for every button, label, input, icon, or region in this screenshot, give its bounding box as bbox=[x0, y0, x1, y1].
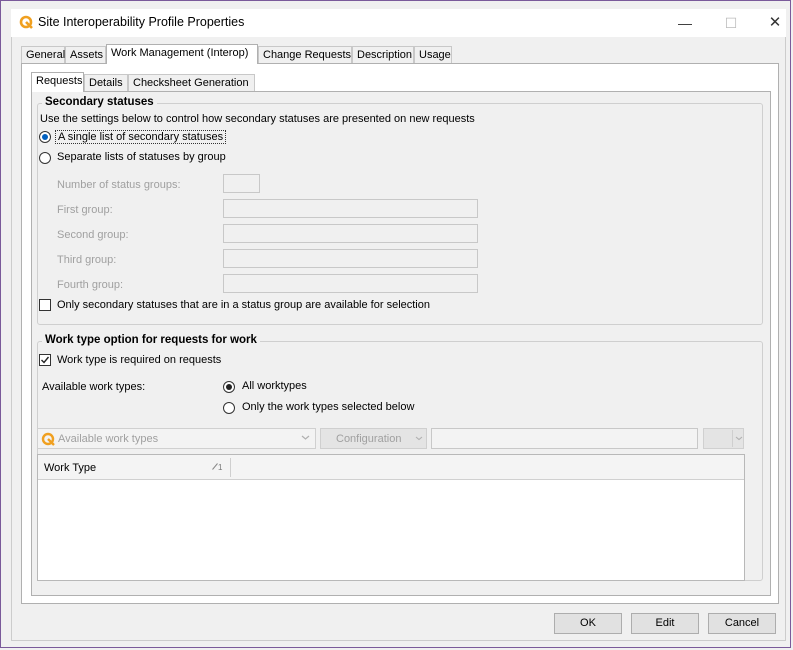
split-divider bbox=[732, 430, 733, 447]
app-logo-icon bbox=[19, 15, 33, 29]
worktype-required-checkbox[interactable] bbox=[39, 354, 51, 366]
worktype-title: Work type option for requests for work bbox=[42, 334, 260, 346]
second-group-input[interactable] bbox=[223, 224, 478, 243]
fourth-group-input[interactable] bbox=[223, 274, 478, 293]
second-group-label: Second group: bbox=[57, 229, 129, 241]
all-worktypes-label[interactable]: All worktypes bbox=[242, 380, 307, 392]
available-worktypes-dropdown[interactable]: Available work types bbox=[37, 428, 316, 449]
third-group-input[interactable] bbox=[223, 249, 478, 268]
num-groups-label: Number of status groups: bbox=[57, 179, 181, 191]
secondary-description: Use the settings below to control how se… bbox=[40, 113, 475, 125]
separate-lists-radio[interactable] bbox=[39, 152, 51, 164]
chevron-down-icon bbox=[301, 433, 310, 445]
only-in-group-checkbox[interactable] bbox=[39, 299, 51, 311]
tab-work-management[interactable]: Work Management (Interop) bbox=[106, 44, 258, 64]
config-filter-input[interactable] bbox=[431, 428, 698, 449]
window-frame: Site Interoperability Profile Properties… bbox=[0, 0, 791, 648]
tab-usage[interactable]: Usage bbox=[414, 46, 452, 63]
column-divider bbox=[230, 458, 231, 477]
separate-lists-label[interactable]: Separate lists of statuses by group bbox=[57, 151, 226, 163]
first-group-label: First group: bbox=[57, 204, 113, 216]
subtab-details[interactable]: Details bbox=[84, 74, 128, 91]
subtab-checksheet-generation[interactable]: Checksheet Generation bbox=[128, 74, 255, 91]
configuration-button[interactable]: Configuration bbox=[320, 428, 427, 449]
only-in-group-label[interactable]: Only secondary statuses that are in a st… bbox=[57, 299, 430, 311]
first-group-input[interactable] bbox=[223, 199, 478, 218]
title-bar[interactable]: Site Interoperability Profile Properties… bbox=[11, 9, 786, 37]
grid-header: Work Type 1 bbox=[38, 455, 744, 480]
cancel-button[interactable]: Cancel bbox=[708, 613, 776, 634]
maximize-button[interactable]: ☐ bbox=[708, 9, 754, 37]
tab-assets[interactable]: Assets bbox=[65, 46, 106, 63]
subtab-requests[interactable]: Requests bbox=[31, 72, 84, 92]
single-list-label[interactable]: A single list of secondary statuses bbox=[55, 130, 227, 144]
fourth-group-label: Fourth group: bbox=[57, 279, 124, 291]
chevron-down-icon bbox=[735, 433, 743, 445]
minimize-button[interactable]: — bbox=[662, 9, 708, 37]
edit-button[interactable]: Edit bbox=[631, 613, 699, 634]
num-groups-input[interactable] bbox=[223, 174, 260, 193]
chevron-down-icon bbox=[415, 433, 423, 445]
tab-general[interactable]: General bbox=[21, 46, 65, 63]
window-title: Site Interoperability Profile Properties bbox=[38, 15, 245, 29]
worktype-grid[interactable]: Work Type 1 bbox=[37, 454, 745, 581]
worktypes-dropdown-value: Available work types bbox=[58, 433, 159, 445]
subtab-panel: Secondary statuses Use the settings belo… bbox=[31, 91, 771, 596]
sort-index: 1 bbox=[218, 463, 223, 472]
checkmark-icon bbox=[41, 356, 50, 364]
tab-panel: Requests Details Checksheet Generation S… bbox=[21, 63, 779, 604]
single-list-radio[interactable] bbox=[39, 131, 51, 143]
ok-button[interactable]: OK bbox=[554, 613, 622, 634]
tab-change-requests[interactable]: Change Requests bbox=[258, 46, 352, 63]
worktype-required-label[interactable]: Work type is required on requests bbox=[57, 354, 221, 366]
secondary-statuses-title: Secondary statuses bbox=[42, 96, 157, 108]
grid-column-worktype[interactable]: Work Type bbox=[44, 462, 96, 474]
all-worktypes-radio[interactable] bbox=[223, 381, 235, 393]
configuration-button-label: Configuration bbox=[336, 433, 402, 445]
selected-worktypes-radio[interactable] bbox=[223, 402, 235, 414]
close-button[interactable]: ✕ bbox=[752, 9, 793, 37]
secondary-statuses-group: Secondary statuses Use the settings belo… bbox=[37, 96, 763, 325]
dialog-body: General Assets Work Management (Interop)… bbox=[11, 37, 786, 641]
third-group-label: Third group: bbox=[57, 254, 117, 266]
tab-description[interactable]: Description bbox=[352, 46, 414, 63]
worktypes-dropdown-icon bbox=[41, 432, 55, 449]
options-split-button[interactable] bbox=[703, 428, 744, 449]
worktype-group: Work type option for requests for work W… bbox=[37, 334, 763, 581]
sort-ascending-icon[interactable]: 1 bbox=[212, 463, 222, 472]
available-worktypes-label: Available work types: bbox=[42, 381, 146, 393]
selected-worktypes-label[interactable]: Only the work types selected below bbox=[242, 401, 414, 413]
